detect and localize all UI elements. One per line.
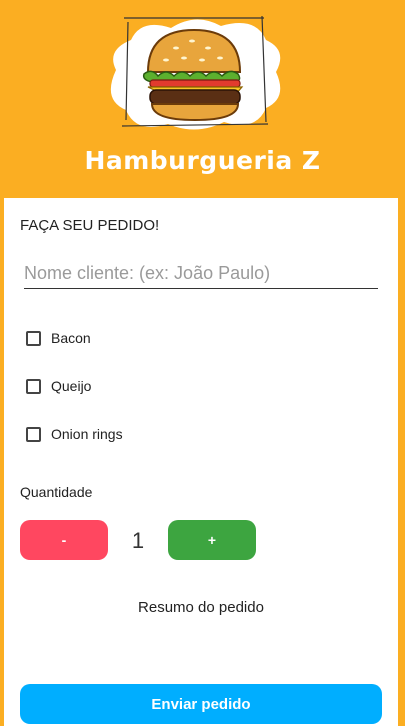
option-label: Queijo: [51, 378, 92, 394]
bacon-checkbox[interactable]: [26, 330, 41, 346]
customer-name-input[interactable]: [24, 258, 378, 289]
queijo-checkbox[interactable]: [26, 378, 41, 394]
quantity-label: Quantidade: [20, 484, 93, 500]
order-summary: Resumo do pedido: [138, 599, 264, 616]
burger-icon: [110, 15, 281, 130]
quantity-value: 1: [131, 528, 145, 553]
option-onion-rings[interactable]: Onion rings: [26, 423, 123, 445]
increment-button[interactable]: +: [168, 520, 256, 560]
app-title: Hamburgueria Z: [84, 146, 321, 175]
order-form-card: FAÇA SEU PEDIDO! Bacon Queijo Onion ring…: [4, 198, 398, 726]
decrement-button[interactable]: -: [20, 520, 108, 560]
onion-rings-checkbox[interactable]: [26, 426, 41, 442]
app-header: Hamburgueria Z: [0, 0, 405, 198]
option-label: Onion rings: [51, 426, 123, 442]
send-order-button[interactable]: Enviar pedido: [20, 684, 382, 724]
order-heading: FAÇA SEU PEDIDO!: [20, 217, 160, 234]
option-bacon[interactable]: Bacon: [26, 327, 91, 349]
option-label: Bacon: [51, 330, 91, 346]
option-queijo[interactable]: Queijo: [26, 375, 91, 397]
